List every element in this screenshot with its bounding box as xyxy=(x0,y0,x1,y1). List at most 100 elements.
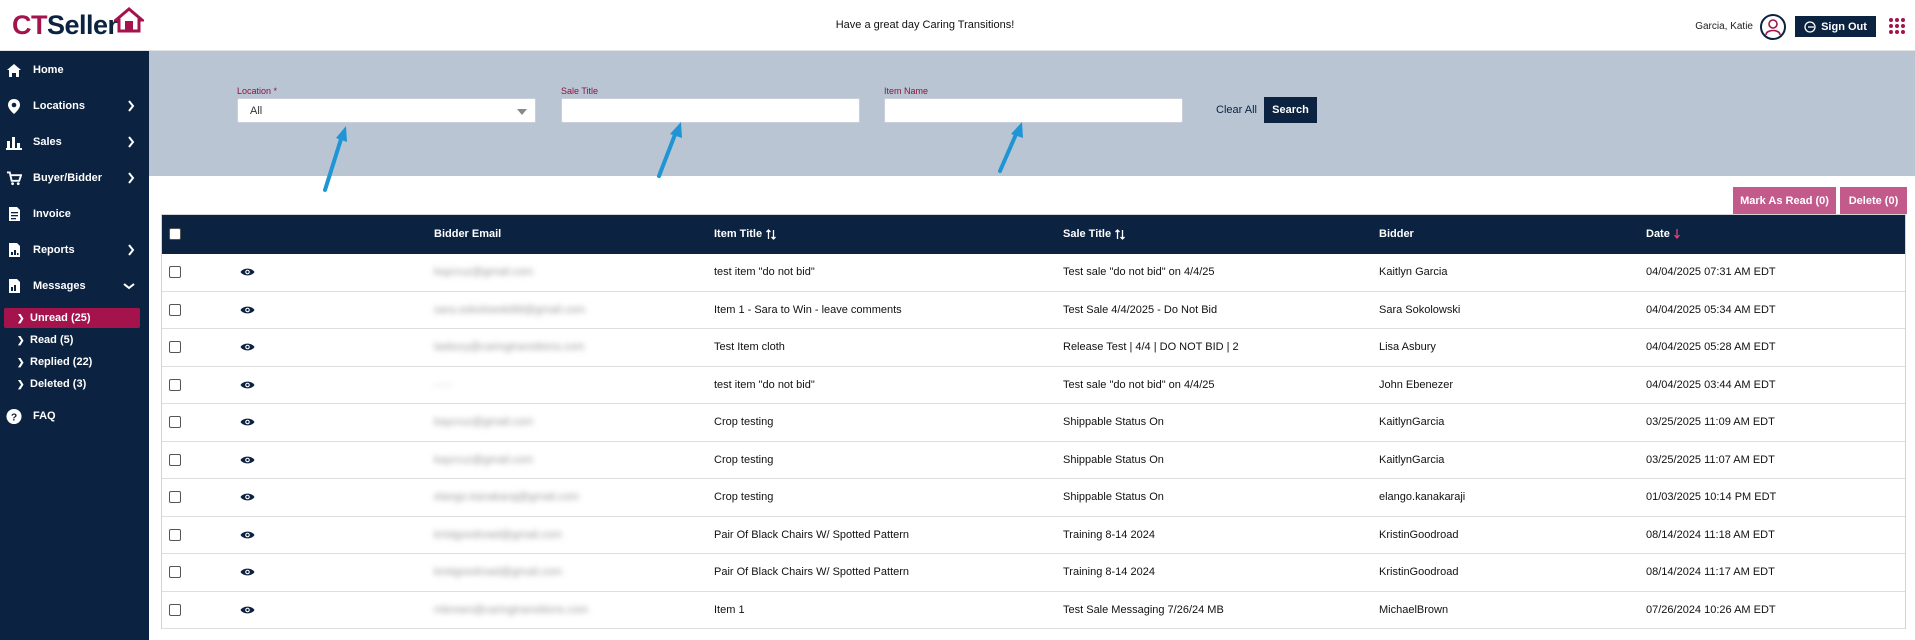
sidebar-item-home[interactable]: Home xyxy=(0,55,149,85)
row-checkbox[interactable] xyxy=(169,303,181,316)
view-eye-icon[interactable] xyxy=(240,455,255,468)
chevron-right-icon: ❯ xyxy=(17,356,25,367)
sidebar-item-sales[interactable]: Sales xyxy=(0,127,149,157)
cell-bidder-email: kaycruz@gmail.com xyxy=(434,266,534,278)
header-sale-title-label: Sale Title xyxy=(1063,228,1112,240)
header-item-title[interactable]: Item Title xyxy=(714,228,777,240)
item-name-label: Item Name xyxy=(884,86,929,96)
cell-bidder-email: kristgoodroad@gmail.com xyxy=(434,566,562,578)
sign-out-button[interactable]: Sign Out xyxy=(1795,16,1876,37)
sidebar-item-buyer-bidder[interactable]: Buyer/Bidder xyxy=(0,163,149,193)
sidebar-item-reports[interactable]: Reports xyxy=(0,235,149,265)
view-eye-icon[interactable] xyxy=(240,492,255,505)
cell-sale-title: Test Sale Messaging 7/26/24 MB xyxy=(1063,603,1224,616)
sidebar-subitem-unread[interactable]: ❯ Unread (25) xyxy=(4,308,140,328)
row-checkbox[interactable] xyxy=(169,341,181,353)
annotation-arrow-icon xyxy=(998,122,1023,173)
cell-item-title: Crop testing xyxy=(714,416,774,428)
location-select[interactable]: All xyxy=(237,98,536,123)
row-checkbox[interactable] xyxy=(169,566,181,578)
sort-icon xyxy=(1115,228,1126,240)
sidebar-item-label: FAQ xyxy=(33,410,56,422)
cell-item-title: Crop testing xyxy=(714,491,774,503)
user-name: Garcia, Katie xyxy=(1695,21,1753,32)
cell-bidder-email: lasbury@caringtransitions.com xyxy=(434,341,585,353)
view-eye-icon[interactable] xyxy=(240,380,255,393)
sign-out-icon xyxy=(1804,20,1816,33)
table-row[interactable]: kaycruz@gmail.com test item "do not bid" T… xyxy=(162,254,1905,292)
table-row[interactable]: kaycruz@gmail.com Crop testing Shippable S… xyxy=(162,404,1905,442)
sort-icon xyxy=(766,228,777,240)
cell-sale-title: Training 8-14 2024 xyxy=(1063,566,1155,578)
cell-sale-title: Training 8-14 2024 xyxy=(1063,528,1155,541)
table-row[interactable]: mbrown@caringtransitions.com Item 1 Test S… xyxy=(162,592,1905,629)
cell-bidder: Kaitlyn Garcia xyxy=(1379,266,1448,278)
view-eye-icon[interactable] xyxy=(240,417,255,430)
table-row[interactable]: kristgoodroad@gmail.com Pair Of Black Cha… xyxy=(162,517,1905,554)
sidebar-subitem-label: Unread (25) xyxy=(30,312,91,324)
chevron-right-icon xyxy=(128,100,135,112)
cell-bidder: KristinGoodroad xyxy=(1379,566,1459,578)
sidebar-item-label: Buyer/Bidder xyxy=(33,172,103,184)
sale-title-input[interactable] xyxy=(561,98,860,123)
sidebar-item-locations[interactable]: Locations xyxy=(0,91,149,121)
mark-as-read-button[interactable]: Mark As Read (0) xyxy=(1733,187,1836,214)
item-name-input[interactable] xyxy=(884,98,1183,123)
sidebar-subitem-read[interactable]: ❯ Read (5) xyxy=(4,330,140,350)
sidebar-subitem-replied[interactable]: ❯ Replied (22) xyxy=(4,352,140,372)
select-all-checkbox[interactable] xyxy=(169,228,181,240)
header-date[interactable]: Date xyxy=(1646,228,1680,240)
cell-date: 03/25/2025 11:07 AM EDT xyxy=(1646,453,1775,466)
sort-down-icon xyxy=(1673,229,1680,239)
chevron-down-icon xyxy=(123,283,135,290)
invoice-icon xyxy=(6,206,22,222)
table-row[interactable]: elango.kanakaraj@gmail.com Crop testing Sh… xyxy=(162,479,1905,517)
sidebar-item-invoice[interactable]: Invoice xyxy=(0,199,149,229)
cell-item-title: Crop testing xyxy=(714,453,774,466)
sidebar-subitem-deleted[interactable]: ❯ Deleted (3) xyxy=(4,374,140,394)
view-eye-icon[interactable] xyxy=(240,305,255,318)
cell-item-title: test item "do not bid" xyxy=(714,266,815,278)
view-eye-icon[interactable] xyxy=(240,267,255,280)
row-checkbox[interactable] xyxy=(169,491,181,503)
table-row[interactable]: kaycruz@gmail.com Crop testing Shippable S… xyxy=(162,442,1905,479)
cell-bidder-email: kaycruz@gmail.com xyxy=(434,416,534,428)
row-checkbox[interactable] xyxy=(169,416,181,428)
row-checkbox[interactable] xyxy=(169,378,181,391)
row-checkbox[interactable] xyxy=(169,603,181,616)
header-sale-title[interactable]: Sale Title xyxy=(1063,228,1126,240)
view-eye-icon[interactable] xyxy=(240,567,255,580)
sidebar: Home Locations Sales Buyer/Bidder Invoic… xyxy=(0,51,149,640)
home-icon xyxy=(6,62,22,78)
chevron-right-icon xyxy=(128,172,135,184)
cell-bidder-email: elango.kanakaraj@gmail.com xyxy=(434,491,580,503)
user-avatar-icon[interactable] xyxy=(1760,14,1786,40)
cell-date: 04/04/2025 07:31 AM EDT xyxy=(1646,266,1776,278)
view-eye-icon[interactable] xyxy=(240,605,255,618)
row-checkbox[interactable] xyxy=(169,266,181,278)
clear-all-button[interactable]: Clear All xyxy=(1216,104,1257,116)
sidebar-item-messages[interactable]: Messages xyxy=(0,271,149,301)
view-eye-icon[interactable] xyxy=(240,342,255,355)
sign-out-label: Sign Out xyxy=(1821,20,1867,33)
table-row[interactable]: kristgoodroad@gmail.com Pair Of Black Cha… xyxy=(162,554,1905,592)
delete-button[interactable]: Delete (0) xyxy=(1840,187,1907,214)
row-checkbox[interactable] xyxy=(169,528,181,541)
header-bidder-email: Bidder Email xyxy=(434,228,502,240)
table-row[interactable]: lasbury@caringtransitions.com Test Item c… xyxy=(162,329,1905,367)
row-checkbox[interactable] xyxy=(169,453,181,466)
annotation-arrow-icon xyxy=(323,126,347,192)
cell-sale-title: Test sale "do not bid" on 4/4/25 xyxy=(1063,266,1215,278)
cell-item-title: Pair Of Black Chairs W/ Spotted Pattern xyxy=(714,566,910,578)
search-button[interactable]: Search xyxy=(1264,97,1317,123)
cell-sale-title: Shippable Status On xyxy=(1063,416,1164,428)
apps-grid-icon[interactable] xyxy=(1889,18,1905,34)
messages-icon xyxy=(6,278,22,294)
table-row[interactable]: sara.sokolowski88@gmail.com Item 1 - Sara… xyxy=(162,292,1905,329)
sidebar-item-faq[interactable]: ? FAQ xyxy=(0,401,149,431)
view-eye-icon[interactable] xyxy=(240,530,255,543)
messages-table: Bidder Email Item Title Sale Title Bidde… xyxy=(161,214,1906,629)
table-row[interactable]: - - - test item "do not bid" Test sale "do… xyxy=(162,367,1905,404)
question-icon: ? xyxy=(6,408,22,424)
cell-date: 08/14/2024 11:18 AM EDT xyxy=(1646,528,1775,541)
